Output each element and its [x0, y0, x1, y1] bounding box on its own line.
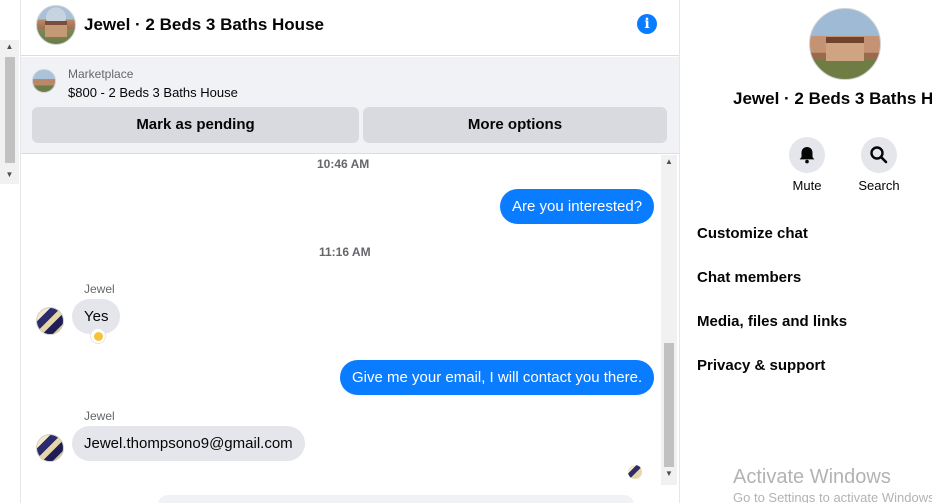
sender-avatar[interactable]	[36, 434, 64, 462]
scroll-down-icon[interactable]: ▼	[0, 168, 19, 182]
bell-icon[interactable]	[789, 137, 825, 173]
sender-avatar[interactable]	[36, 307, 64, 335]
seen-indicator-avatar	[628, 465, 642, 479]
chat-pane: Jewel · 2 Beds 3 Baths House i Marketpla…	[21, 0, 679, 503]
mute-label: Mute	[792, 178, 822, 193]
message-composer[interactable]	[158, 495, 634, 503]
magnifier-icon[interactable]	[861, 137, 897, 173]
listing-thumbnail[interactable]	[32, 69, 56, 93]
profile-avatar[interactable]	[809, 8, 881, 80]
timestamp: 11:16 AM	[319, 245, 371, 259]
more-options-button[interactable]: More options	[363, 107, 667, 143]
timestamp: 10:46 AM	[317, 157, 370, 171]
activate-windows-subtext: Go to Settings to activate Windows.	[733, 490, 932, 503]
chat-header: Jewel · 2 Beds 3 Baths House i	[21, 0, 679, 56]
house-avatar[interactable]	[36, 5, 76, 45]
message-list: 10:46 AM Are you interested? 11:16 AM Je…	[21, 155, 679, 503]
sender-name: Jewel	[84, 409, 115, 423]
mute-button[interactable]: Mute	[777, 137, 837, 193]
reaction-emoji-icon[interactable]	[90, 328, 106, 344]
search-label: Search	[858, 178, 900, 193]
chat-title[interactable]: Jewel · 2 Beds 3 Baths House	[84, 15, 324, 35]
marketplace-listing: Marketplace $800 - 2 Beds 3 Baths House …	[21, 57, 679, 154]
info-icon[interactable]: i	[637, 14, 657, 34]
chat-members-item[interactable]: Chat members	[697, 269, 801, 286]
search-button[interactable]: Search	[849, 137, 909, 193]
chat-scroll-thumb[interactable]	[664, 343, 674, 467]
outgoing-message[interactable]: Are you interested?	[500, 189, 655, 224]
listing-price-title[interactable]: $800 - 2 Beds 3 Baths House	[68, 85, 238, 100]
profile-name: Jewel · 2 Beds 3 Baths House	[733, 89, 932, 108]
media-files-links-item[interactable]: Media, files and links	[697, 313, 847, 330]
messenger-window: ▲ ▼ Jewel · 2 Beds 3 Baths House i Marke…	[0, 0, 932, 503]
privacy-support-item[interactable]: Privacy & support	[697, 357, 825, 374]
conversation-info-panel: Jewel · 2 Beds 3 Baths House Mute Search…	[680, 0, 932, 503]
outer-scrollbar[interactable]: ▲ ▼	[0, 40, 19, 184]
activate-windows-watermark: Activate Windows	[733, 466, 891, 488]
listing-label: Marketplace	[68, 67, 134, 81]
mark-as-pending-button[interactable]: Mark as pending	[32, 107, 359, 143]
outgoing-message[interactable]: Give me your email, I will contact you t…	[340, 360, 655, 395]
scroll-up-icon[interactable]: ▲	[661, 155, 677, 169]
chat-scrollbar[interactable]: ▲ ▼	[661, 155, 677, 485]
outer-scroll-thumb[interactable]	[5, 57, 15, 163]
sender-name: Jewel	[84, 282, 115, 296]
scroll-down-icon[interactable]: ▼	[661, 467, 677, 481]
incoming-message[interactable]: Jewel.thompsono9@gmail.com	[72, 426, 305, 461]
scroll-up-icon[interactable]: ▲	[0, 40, 19, 54]
customize-chat-item[interactable]: Customize chat	[697, 225, 808, 242]
